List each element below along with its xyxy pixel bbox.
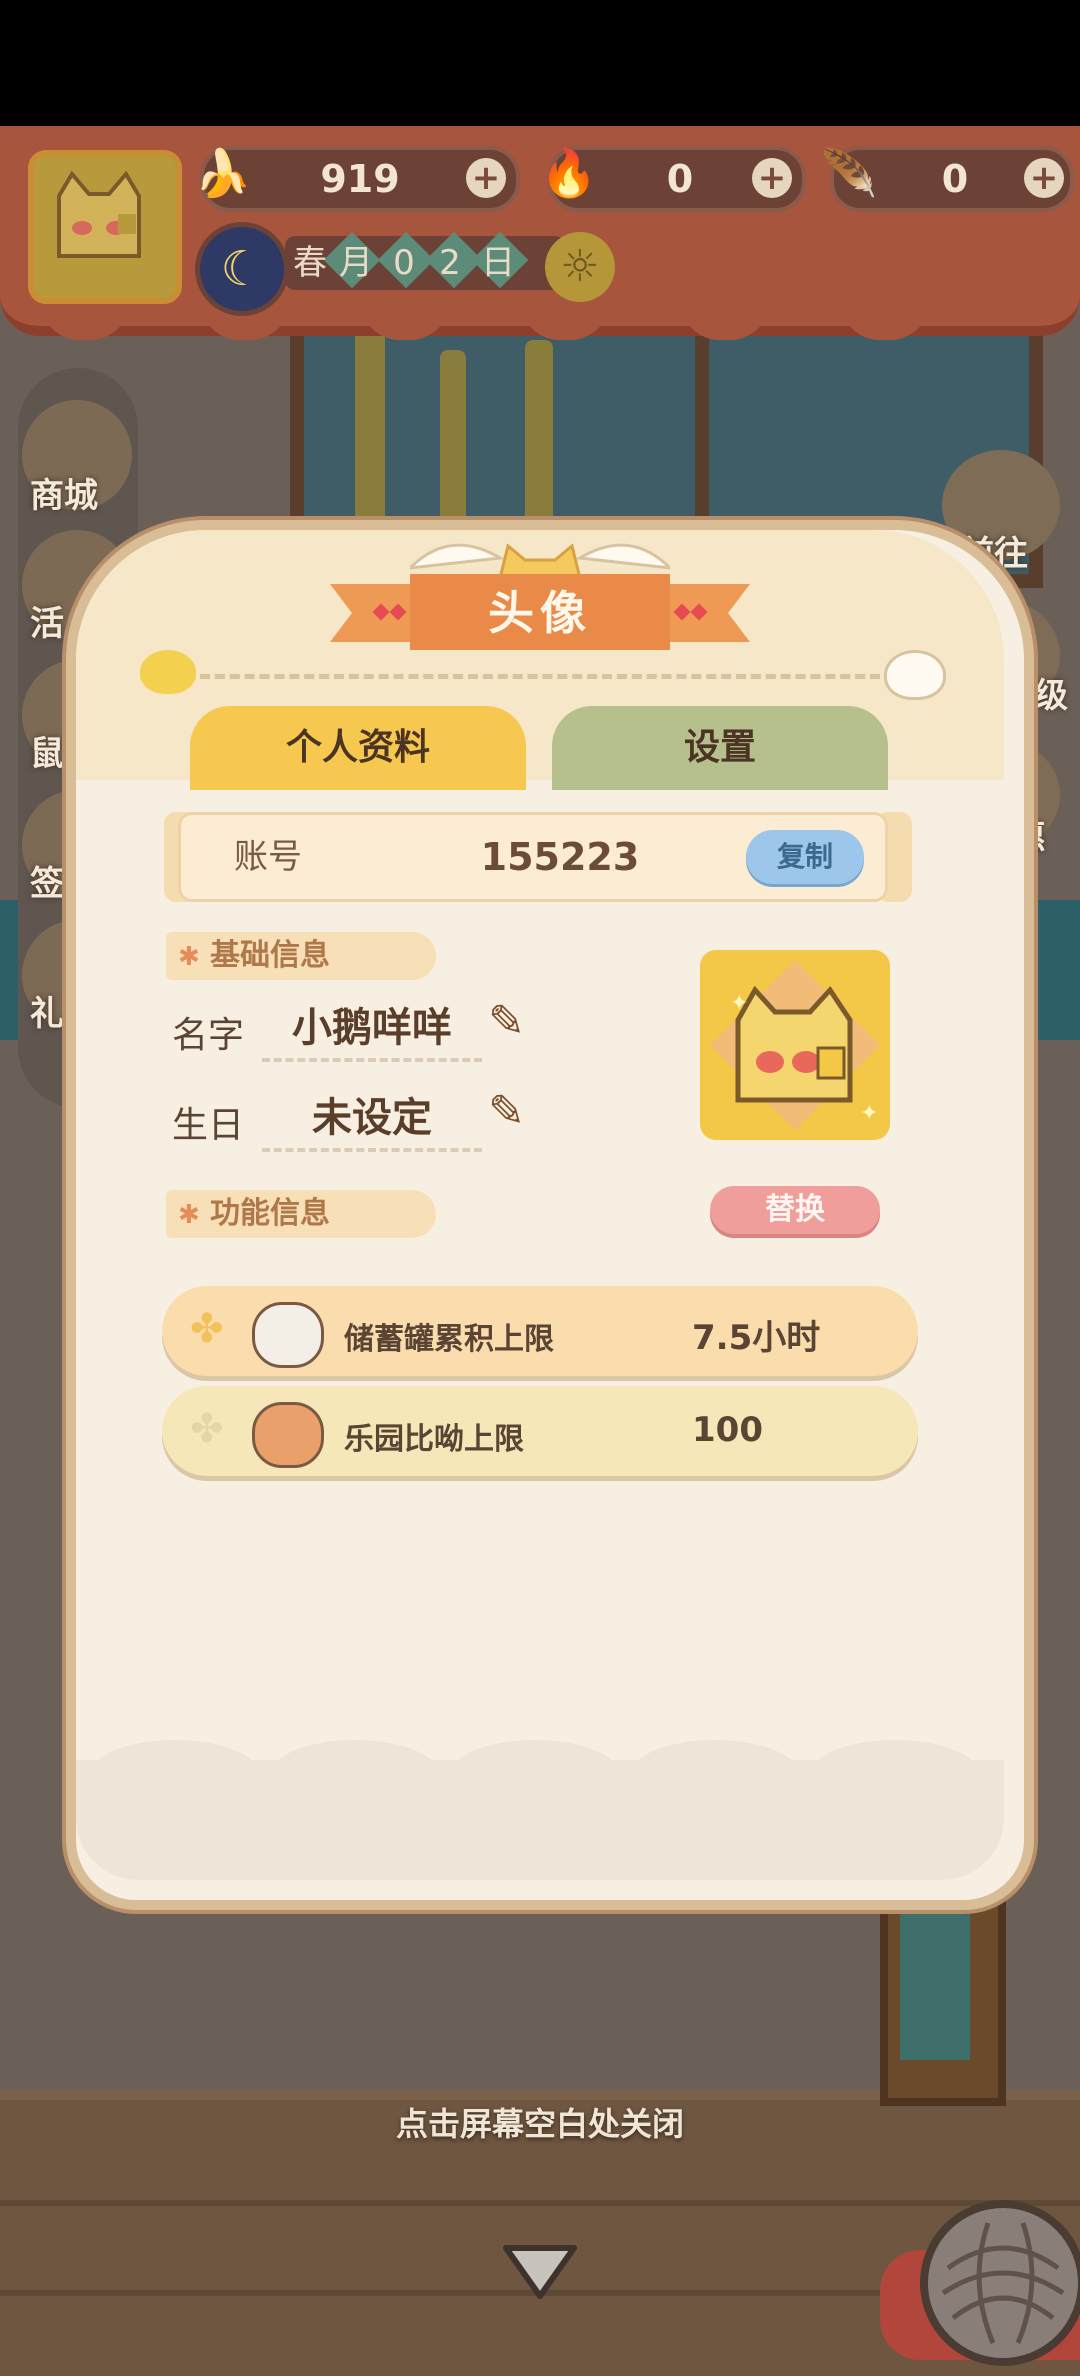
park-pets-icon [252, 1402, 324, 1468]
account-id: 155223 [480, 835, 640, 879]
basic-info-label: 基础信息 [210, 938, 330, 973]
modal-title: 头像 [488, 586, 592, 640]
footer-wave-bump [450, 1740, 620, 1810]
tab-profile-label: 个人资料 [285, 727, 430, 768]
footer-wave-bump [90, 1740, 260, 1810]
cat-face-icon [57, 170, 141, 258]
svg-text:✦: ✦ [730, 991, 748, 1016]
feather-value: 0 [941, 157, 969, 201]
edit-name-button[interactable]: ✎ [488, 996, 525, 1047]
side-menu-label: 鼠 [30, 734, 64, 774]
add-feather-button[interactable]: + [1024, 158, 1064, 198]
svg-text:✦: ✦ [860, 1101, 878, 1126]
function-info-label: 功能信息 [210, 1196, 330, 1231]
account-label: 账号 [234, 837, 302, 877]
copy-button[interactable]: 复制 [746, 830, 864, 884]
cat-avatar-icon: ✦ ✦ [710, 960, 880, 1130]
piggy-cat-icon [252, 1302, 324, 1368]
clover-icon: ✤ [190, 1306, 224, 1352]
event-label: 活 [30, 604, 64, 644]
section-star-icon: ✱ [178, 942, 200, 972]
checkin-label: 签 [30, 864, 64, 904]
footer-wave-bump [630, 1740, 800, 1810]
birthday-label: 生日 [172, 1105, 245, 1146]
avatar-preview: ✦ ✦ [700, 950, 890, 1140]
flame-icon: 🔥 [540, 146, 598, 200]
flame-value: 0 [666, 157, 694, 201]
yarn-ball-graphic [941, 2222, 1065, 2344]
close-hint[interactable]: 点击屏幕空白处关闭 [0, 2094, 1080, 2154]
white-bird-icon [884, 650, 946, 700]
yarn-ball-icon[interactable] [920, 2200, 1080, 2366]
sun-icon[interactable]: ☼ [545, 232, 615, 302]
birthday-value: 未设定 [262, 1088, 482, 1152]
edit-birthday-button[interactable]: ✎ [488, 1086, 525, 1137]
floor-plank-line [0, 2200, 1080, 2206]
player-avatar-button[interactable] [28, 150, 182, 304]
yellow-bird-icon [140, 650, 196, 694]
shop-label: 商城 [30, 476, 98, 516]
date-char: 0 [393, 243, 415, 283]
stat-value: 100 [692, 1410, 763, 1450]
header-divider [200, 674, 880, 679]
banana-value: 919 [320, 157, 400, 201]
section-star-icon: ✱ [178, 1200, 200, 1230]
status-bar [0, 0, 1080, 126]
date-char: 2 [439, 243, 461, 283]
stat-value: 7.5小时 [692, 1318, 821, 1358]
date-char: 月 [339, 243, 373, 283]
moon-clock-icon[interactable]: ☾ [195, 222, 289, 316]
banana-icon: 🍌 [194, 146, 252, 200]
gift-label: 礼 [30, 994, 64, 1034]
down-arrow-icon[interactable] [502, 2242, 578, 2300]
name-label: 名字 [172, 1015, 245, 1056]
clover-icon: ✤ [190, 1406, 224, 1452]
date-char: 日 [481, 243, 515, 283]
name-value: 小鹅咩咩 [262, 998, 482, 1062]
add-banana-button[interactable]: + [466, 158, 506, 198]
modal-content-area [76, 780, 1004, 1760]
stat-label: 乐园比呦上限 [344, 1422, 524, 1457]
footer-wave-bump [810, 1740, 980, 1810]
tab-settings-label: 设置 [683, 727, 756, 768]
feather-icon: 🪶 [820, 146, 878, 200]
add-flame-button[interactable]: + [752, 158, 792, 198]
footer-wave-bump [270, 1740, 440, 1810]
replace-avatar-button[interactable]: 替换 [710, 1186, 880, 1234]
date-char: 春 [293, 243, 327, 283]
stat-label: 储蓄罐累积上限 [344, 1322, 554, 1357]
